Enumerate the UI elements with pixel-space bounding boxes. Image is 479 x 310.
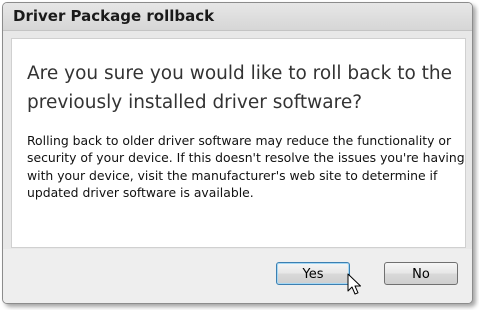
- dialog-body-text: Rolling back to older driver software ma…: [27, 133, 465, 201]
- dialog-title: Driver Package rollback: [13, 7, 215, 25]
- dialog-content: Are you sure you would like to roll back…: [11, 38, 466, 248]
- dialog-button-bar: Yes No: [3, 249, 472, 303]
- yes-button[interactable]: Yes: [276, 262, 350, 285]
- dialog-heading: Are you sure you would like to roll back…: [27, 63, 453, 113]
- no-button[interactable]: No: [384, 262, 458, 285]
- arrow-cursor-icon: [347, 273, 361, 295]
- rollback-dialog: Driver Package rollback Are you sure you…: [2, 2, 473, 304]
- dialog-titlebar[interactable]: Driver Package rollback: [3, 3, 472, 31]
